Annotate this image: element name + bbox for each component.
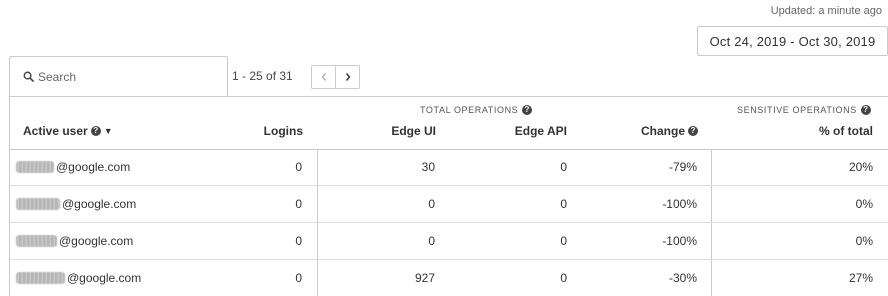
chevron-right-icon (345, 73, 350, 81)
column-header-edge-ui[interactable]: Edge UI (330, 124, 436, 138)
column-header-label: Active user (23, 124, 88, 138)
column-header-change[interactable]: Change ? (590, 124, 698, 138)
redacted-username (16, 272, 65, 284)
table-row[interactable]: @google.com 0 927 0 -30% 27% (10, 260, 888, 296)
pagination-range: 1 - 25 of 31 (232, 69, 293, 83)
help-icon[interactable]: ? (522, 105, 533, 115)
edge-ui-cell: 927 (414, 271, 435, 285)
column-header-label: % of total (819, 124, 873, 138)
change-cell: -30% (668, 271, 697, 285)
logins-cell: 0 (295, 160, 302, 174)
help-icon[interactable]: ? (860, 105, 871, 115)
user-email-domain: @google.com (62, 197, 137, 211)
column-header-edge-api[interactable]: Edge API (460, 124, 567, 138)
column-header-logins[interactable]: Logins (190, 124, 303, 138)
sort-desc-icon[interactable]: ▼ (104, 126, 113, 136)
column-header-label: Edge UI (391, 124, 436, 138)
table-row[interactable]: @google.com 0 30 0 -79% 20% (10, 149, 888, 186)
column-header-pct-total[interactable]: % of total (730, 124, 873, 138)
active-users-table: TOTAL OPERATIONS ? SENSITIVE OPERATIONS … (9, 96, 888, 296)
edge-api-cell: 0 (560, 271, 567, 285)
search-box[interactable] (9, 56, 228, 96)
change-cell: -100% (662, 234, 697, 248)
group-header-label: SENSITIVE OPERATIONS (737, 105, 857, 115)
edge-api-cell: 0 (560, 234, 567, 248)
user-cell: @google.com (16, 271, 141, 285)
group-header-total-operations: TOTAL OPERATIONS ? (420, 105, 533, 115)
user-email-domain: @google.com (67, 271, 142, 285)
user-email-domain: @google.com (56, 160, 131, 174)
redacted-username (16, 161, 54, 173)
logins-cell: 0 (295, 271, 302, 285)
column-header-active-user[interactable]: Active user ? ▼ (23, 124, 113, 138)
column-header-label: Edge API (514, 124, 567, 138)
pct-total-cell: 27% (848, 271, 873, 285)
table-row[interactable]: @google.com 0 0 0 -100% 0% (10, 223, 888, 260)
redacted-username (16, 198, 60, 210)
change-cell: -100% (662, 197, 697, 211)
pct-total-cell: 0% (855, 197, 873, 211)
search-input[interactable] (38, 69, 218, 84)
next-page-button[interactable] (335, 65, 360, 89)
prev-page-button[interactable] (311, 65, 336, 89)
help-icon[interactable]: ? (90, 126, 101, 136)
redacted-username (16, 235, 57, 247)
help-icon[interactable]: ? (688, 126, 698, 136)
table-row[interactable]: @google.com 0 0 0 -100% 0% (10, 186, 888, 223)
chevron-left-icon (321, 73, 326, 81)
edge-ui-cell: 30 (421, 160, 435, 174)
edge-api-cell: 0 (560, 160, 567, 174)
column-header-label: Change (640, 124, 685, 138)
edge-ui-cell: 0 (428, 197, 435, 211)
edge-ui-cell: 0 (428, 234, 435, 248)
logins-cell: 0 (295, 234, 302, 248)
search-icon (23, 71, 34, 82)
edge-api-cell: 0 (560, 197, 567, 211)
group-header-sensitive-operations: SENSITIVE OPERATIONS ? (737, 105, 871, 115)
user-email-domain: @google.com (59, 234, 134, 248)
user-cell: @google.com (16, 160, 130, 174)
date-range-picker[interactable]: Oct 24, 2019 - Oct 30, 2019 (697, 26, 888, 56)
group-header-label: TOTAL OPERATIONS (420, 105, 519, 115)
logins-cell: 0 (295, 197, 302, 211)
column-header-label: Logins (263, 124, 303, 138)
updated-timestamp: Updated: a minute ago (770, 5, 882, 17)
user-cell: @google.com (16, 197, 136, 211)
pct-total-cell: 0% (855, 234, 873, 248)
change-cell: -79% (668, 160, 697, 174)
pct-total-cell: 20% (848, 160, 873, 174)
user-cell: @google.com (16, 234, 133, 248)
